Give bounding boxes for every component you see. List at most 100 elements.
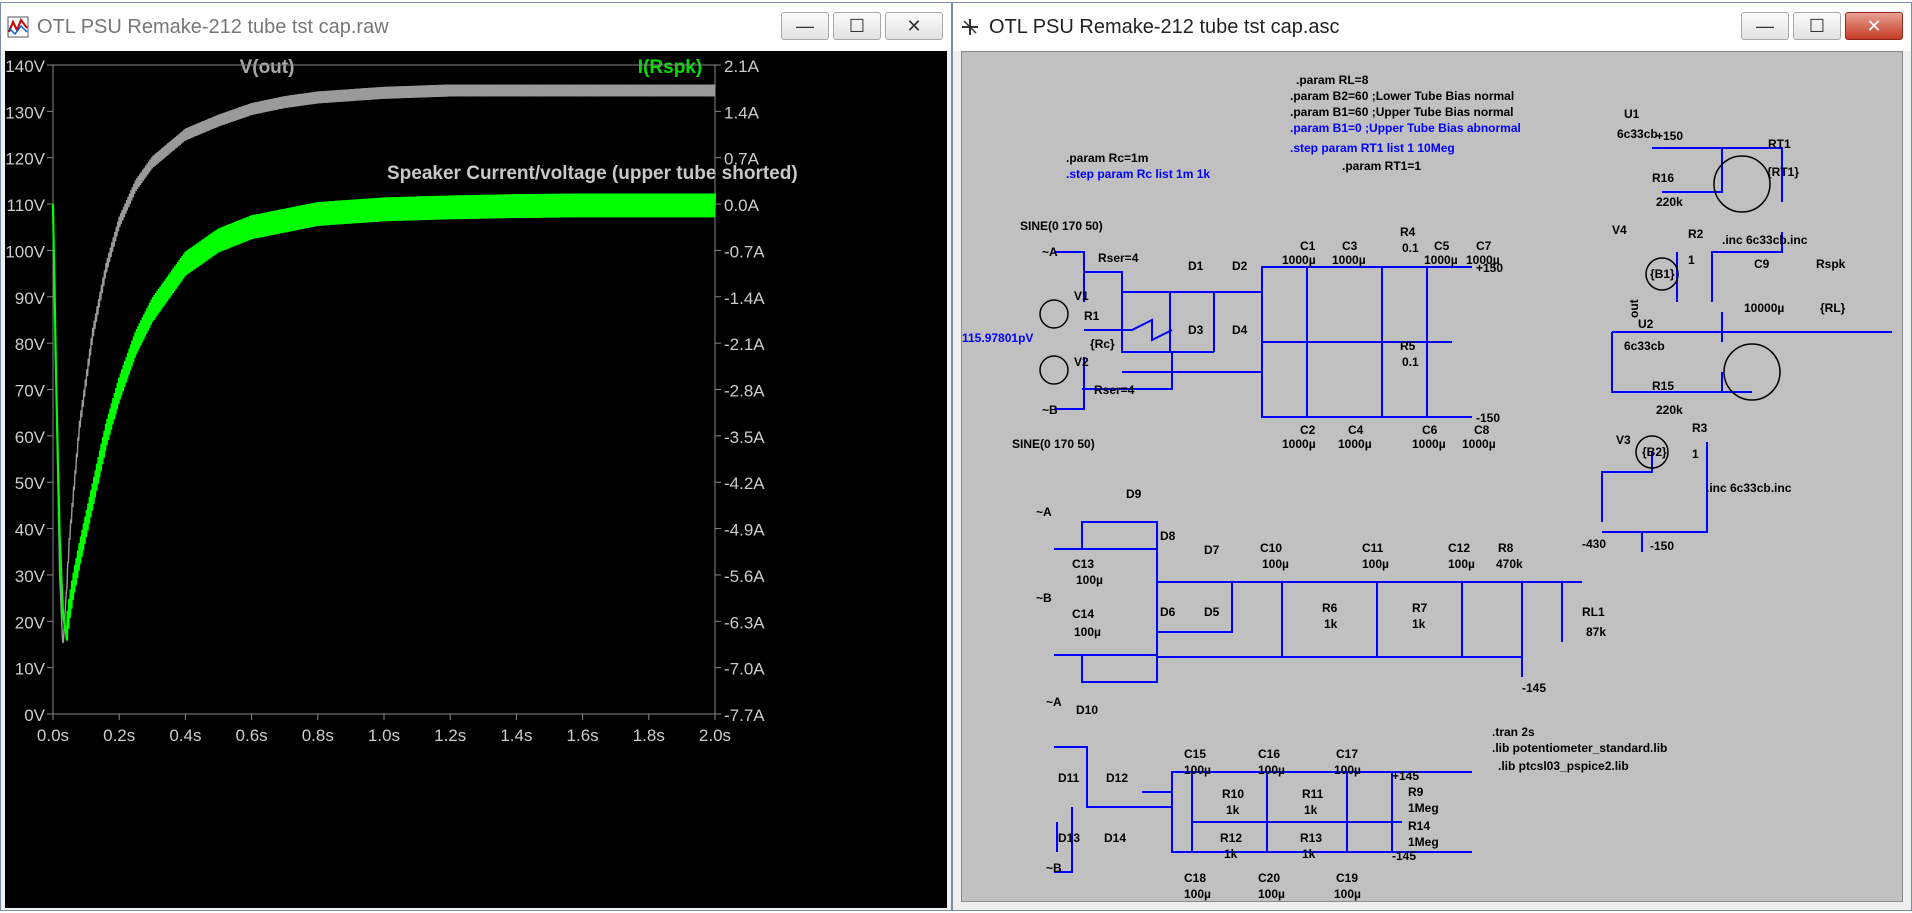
label-c5v[interactable]: 1000µ [1424,253,1458,267]
port-b3[interactable]: ~B [1046,861,1062,875]
label-c16[interactable]: C16 [1258,747,1280,761]
waveform-plot-pane[interactable]: V(out) I(Rspk) Speaker Current/voltage (… [5,51,947,908]
label-u1[interactable]: U1 [1624,107,1640,121]
label-d4[interactable]: D4 [1232,323,1248,337]
label-u2[interactable]: U2 [1638,317,1654,331]
directive-b1[interactable]: .param B1=60 ;Upper Tube Bias normal [1290,105,1514,119]
port-a3[interactable]: ~A [1046,695,1062,709]
label-c10[interactable]: C10 [1260,541,1282,555]
label-c2[interactable]: C2 [1300,423,1316,437]
port-minus150[interactable]: -150 [1476,411,1500,425]
label-sine2[interactable]: SINE(0 170 50) [1012,437,1095,451]
port-minus150-u[interactable]: -150 [1650,539,1674,553]
schematic-canvas[interactable]: .param RL=8 .param B2=60 ;Lower Tube Bia… [961,51,1903,902]
label-d14[interactable]: D14 [1104,831,1126,845]
label-rser1[interactable]: Rser=4 [1098,251,1139,265]
label-c9v[interactable]: 10000µ [1744,301,1784,315]
directive-step-rt1[interactable]: .step param RT1 list 1 10Meg [1290,141,1455,155]
label-r14v[interactable]: 1Meg [1408,835,1439,849]
directive-rl[interactable]: .param RL=8 [1296,73,1369,87]
directive-rc[interactable]: .param Rc=1m [1066,151,1148,165]
label-c19v[interactable]: 100µ [1334,887,1361,901]
port-b2[interactable]: ~B [1036,591,1052,605]
directive-inc2[interactable]: .inc 6c33cb.inc [1706,481,1792,495]
label-b1[interactable]: {B1} [1650,267,1675,281]
label-r2[interactable]: R2 [1688,227,1704,241]
minimize-button[interactable]: — [781,12,829,40]
schematic-drawing[interactable]: .param RL=8 .param B2=60 ;Lower Tube Bia… [962,52,1904,903]
port-plus150-u[interactable]: +150 [1656,129,1683,143]
legend-irspk[interactable]: I(Rspk) [638,57,702,78]
port-b1[interactable]: ~B [1042,403,1058,417]
label-d7[interactable]: D7 [1204,543,1220,557]
label-c15[interactable]: C15 [1184,747,1206,761]
label-c6v[interactable]: 1000µ [1412,437,1446,451]
label-rspk[interactable]: Rspk [1816,257,1846,271]
label-c8[interactable]: C8 [1474,423,1490,437]
label-c14v[interactable]: 100µ [1074,625,1101,639]
directive-lib1[interactable]: .lib potentiometer_standard.lib [1492,741,1667,755]
label-r11v[interactable]: 1k [1304,803,1318,817]
label-u2-type[interactable]: 6c33cb [1624,339,1665,353]
label-b2[interactable]: {B2} [1642,445,1667,459]
label-r16v[interactable]: 220k [1656,195,1683,209]
label-d6[interactable]: D6 [1160,605,1176,619]
label-c4[interactable]: C4 [1348,423,1364,437]
label-c13v[interactable]: 100µ [1076,573,1103,587]
label-r6v[interactable]: 1k [1324,617,1338,631]
label-d12[interactable]: D12 [1106,771,1128,785]
label-v1[interactable]: V1 [1074,289,1089,303]
label-rl1v[interactable]: 87k [1586,625,1606,639]
label-v4[interactable]: V4 [1612,223,1627,237]
label-c18v[interactable]: 100µ [1184,887,1211,901]
port-minus145b[interactable]: -145 [1392,849,1416,863]
label-rt1[interactable]: RT1 [1768,137,1791,151]
label-c3v[interactable]: 1000µ [1332,253,1366,267]
label-d3[interactable]: D3 [1188,323,1204,337]
directive-rt1[interactable]: .param RT1=1 [1342,159,1421,173]
port-minus430[interactable]: -430 [1582,537,1606,551]
label-r9v[interactable]: 1Meg [1408,801,1439,815]
label-sine1[interactable]: SINE(0 170 50) [1020,219,1103,233]
label-c2v[interactable]: 1000µ [1282,437,1316,451]
v1-source[interactable] [1039,299,1069,329]
label-r5v[interactable]: 0.1 [1402,355,1419,369]
port-a2[interactable]: ~A [1036,505,1052,519]
label-c17v[interactable]: 100µ [1334,763,1361,777]
port-minus145[interactable]: -145 [1522,681,1546,695]
directive-tran[interactable]: .tran 2s [1492,725,1535,739]
label-rt1-val[interactable]: {RT1} [1767,165,1799,179]
label-r10v[interactable]: 1k [1226,803,1240,817]
label-r13[interactable]: R13 [1300,831,1322,845]
directive-lib2[interactable]: .lib ptcsl03_pspice2.lib [1498,759,1629,773]
label-c4v[interactable]: 1000µ [1338,437,1372,451]
label-c20[interactable]: C20 [1258,871,1280,885]
label-c13[interactable]: C13 [1072,557,1094,571]
directive-step-rc[interactable]: .step param Rc list 1m 1k [1066,167,1210,181]
label-c5[interactable]: C5 [1434,239,1450,253]
label-c20v[interactable]: 100µ [1258,887,1285,901]
label-rl-val[interactable]: {RL} [1820,301,1846,315]
label-r16[interactable]: R16 [1652,171,1674,185]
port-plus145[interactable]: +145 [1392,769,1419,783]
port-a1[interactable]: ~A [1042,245,1058,259]
label-c7[interactable]: C7 [1476,239,1492,253]
label-r13v[interactable]: 1k [1302,847,1316,861]
label-c12v[interactable]: 100µ [1448,557,1475,571]
label-c19[interactable]: C19 [1336,871,1358,885]
legend-vout[interactable]: V(out) [240,57,295,78]
waveform-titlebar[interactable]: OTL PSU Remake-212 tube tst cap.raw — ☐ … [1,3,951,51]
label-d8[interactable]: D8 [1160,529,1176,543]
label-c1[interactable]: C1 [1300,239,1316,253]
port-plus150[interactable]: +150 [1476,261,1503,275]
label-c10v[interactable]: 100µ [1262,557,1289,571]
label-c11[interactable]: C11 [1362,541,1384,555]
label-r10[interactable]: R10 [1222,787,1244,801]
label-pv[interactable]: 115.97801pV [962,331,1033,345]
directive-b1-abnormal[interactable]: .param B1=0 ;Upper Tube Bias abnormal [1290,121,1521,135]
label-d5[interactable]: D5 [1204,605,1220,619]
label-c14[interactable]: C14 [1072,607,1094,621]
label-r4v[interactable]: 0.1 [1402,241,1419,255]
label-rc-val[interactable]: {Rc} [1090,337,1115,351]
label-rser2[interactable]: Rser=4 [1094,383,1135,397]
